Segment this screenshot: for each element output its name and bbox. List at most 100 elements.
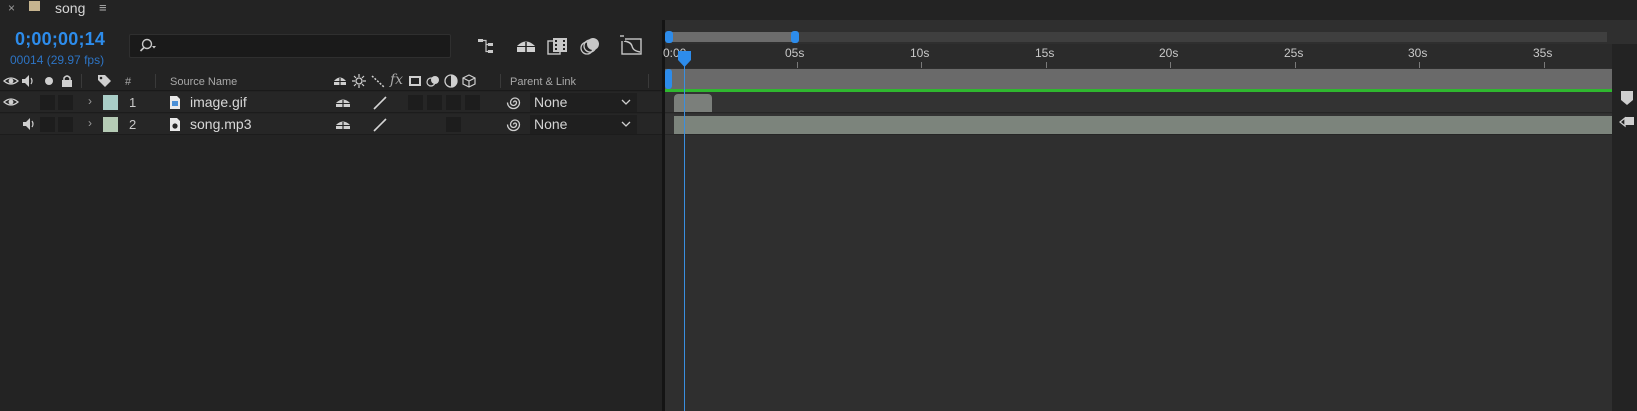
ruler-label: 20s	[1159, 46, 1179, 60]
work-area-bar[interactable]	[665, 69, 1612, 89]
quality-switch-icon[interactable]	[371, 116, 389, 133]
panel-menu-icon[interactable]: ≡	[99, 0, 107, 15]
twirl-chevron-icon[interactable]: ›	[88, 116, 92, 130]
layer-search-field[interactable]	[129, 34, 451, 58]
label-color-swatch[interactable]	[103, 117, 118, 132]
frame-blending-icon[interactable]	[545, 34, 571, 58]
layer-source-name[interactable]: image.gif	[190, 94, 247, 110]
quality-icon[interactable]	[370, 73, 386, 89]
column-separator[interactable]	[155, 74, 156, 88]
image-file-icon	[170, 96, 180, 109]
effects-switch[interactable]	[408, 95, 423, 110]
label-color-swatch[interactable]	[103, 95, 118, 110]
3d-layer-icon[interactable]	[461, 73, 477, 89]
ruler-label: 05s	[785, 46, 805, 60]
column-separator[interactable]	[648, 74, 649, 88]
motion-blur-icon[interactable]	[578, 34, 604, 58]
flowchart-icon[interactable]	[475, 34, 501, 58]
shy-switch-icon[interactable]	[334, 116, 352, 133]
video-visibility-icon[interactable]	[3, 73, 19, 89]
layer-track[interactable]	[665, 92, 1612, 113]
parent-dropdown[interactable]: None	[530, 93, 637, 112]
ruler-label: 25s	[1284, 46, 1304, 60]
motion-blur-switch[interactable]	[446, 117, 461, 132]
parent-dropdown[interactable]: None	[530, 115, 637, 134]
frame-blend-switch-icon[interactable]	[407, 73, 423, 89]
shy-icon[interactable]	[513, 34, 539, 58]
audio-file-icon	[170, 118, 180, 131]
effects-fx-icon[interactable]: fx	[390, 72, 403, 88]
parent-link-header[interactable]: Parent & Link	[510, 76, 576, 88]
3d-layer-switch[interactable]	[465, 95, 480, 110]
layer-track[interactable]	[665, 114, 1612, 135]
composition-tab-bar: × song ≡	[0, 0, 1637, 20]
layer-number: 2	[129, 117, 137, 132]
layer-duration-bar[interactable]	[674, 116, 1612, 134]
frame-blend-switch[interactable]	[427, 95, 442, 110]
comp-button-icon[interactable]	[1619, 114, 1635, 130]
layer-source-name[interactable]: song.mp3	[190, 116, 251, 132]
solo-toggle[interactable]	[40, 117, 55, 132]
work-area-start-handle[interactable]	[665, 69, 672, 89]
time-navigator-start-handle[interactable]	[665, 31, 673, 43]
time-navigator-range[interactable]	[669, 32, 794, 42]
current-time-display[interactable]: 0;00;00;14	[15, 29, 105, 50]
composition-color-swatch	[29, 1, 40, 11]
pick-whip-icon[interactable]	[506, 94, 524, 111]
timeline-panel: 0:00 05s 10s 15s 20s 25s 30s 35s	[663, 20, 1637, 411]
shy-switch-icon[interactable]	[332, 73, 348, 89]
motion-blur-switch[interactable]	[446, 95, 461, 110]
ruler-tick	[921, 62, 922, 68]
layer-panel: 0;00;00;14 00014 (29.97 fps) # Source Na…	[0, 20, 662, 411]
shy-switch-icon[interactable]	[334, 94, 352, 111]
comp-marker-bin-icon[interactable]	[1619, 90, 1635, 106]
search-icon	[139, 38, 156, 52]
lock-icon[interactable]	[59, 73, 75, 89]
layer-column-header: # Source Name fx Parent & Link	[0, 71, 662, 91]
graph-editor-icon[interactable]	[619, 34, 645, 58]
timeline-side-controls	[1612, 44, 1637, 411]
column-separator[interactable]	[500, 74, 501, 88]
ruler-label: 15s	[1035, 46, 1055, 60]
current-time-indicator-icon[interactable]	[677, 50, 692, 68]
layer-row[interactable]: › 2 song.mp3 None	[0, 114, 662, 135]
adjustment-layer-icon[interactable]	[443, 73, 459, 89]
chevron-down-icon	[621, 99, 631, 105]
parent-value: None	[534, 116, 568, 132]
audio-icon[interactable]	[21, 116, 37, 132]
audio-icon[interactable]	[20, 73, 36, 89]
ruler-tick	[797, 62, 798, 68]
ruler-label: 35s	[1533, 46, 1553, 60]
ruler-tick	[1295, 62, 1296, 68]
current-time-indicator-line[interactable]	[684, 52, 685, 411]
time-ruler[interactable]: 0:00 05s 10s 15s 20s 25s 30s 35s	[663, 44, 1612, 68]
ruler-tick	[1419, 62, 1420, 68]
time-navigator[interactable]	[665, 31, 1607, 43]
label-tag-icon[interactable]	[96, 73, 112, 89]
source-name-header[interactable]: Source Name	[170, 76, 237, 88]
pick-whip-icon[interactable]	[506, 116, 524, 133]
ruler-label: 30s	[1408, 46, 1428, 60]
layer-duration-bar[interactable]	[674, 94, 712, 112]
lock-toggle[interactable]	[58, 95, 73, 110]
layer-number-header[interactable]: #	[125, 76, 131, 88]
close-tab-icon[interactable]: ×	[8, 1, 15, 15]
layer-number: 1	[129, 95, 137, 110]
layer-row[interactable]: › 1 image.gif None	[0, 92, 662, 113]
quality-switch-icon[interactable]	[371, 94, 389, 111]
solo-toggle[interactable]	[40, 95, 55, 110]
frame-count-display: 00014 (29.97 fps)	[10, 53, 105, 67]
time-navigator-end-handle[interactable]	[791, 31, 799, 43]
lock-toggle[interactable]	[58, 117, 73, 132]
motion-blur-switch-icon[interactable]	[425, 73, 441, 89]
solo-icon[interactable]	[41, 73, 57, 89]
twirl-chevron-icon[interactable]: ›	[88, 94, 92, 108]
ruler-label: 10s	[910, 46, 930, 60]
ruler-tick	[1170, 62, 1171, 68]
ruler-tick	[1046, 62, 1047, 68]
collapse-transformations-icon[interactable]	[351, 73, 367, 89]
composition-tab-title[interactable]: song	[55, 0, 85, 16]
chevron-down-icon	[621, 121, 631, 127]
video-visibility-icon[interactable]	[3, 94, 19, 110]
column-separator[interactable]	[81, 74, 82, 88]
